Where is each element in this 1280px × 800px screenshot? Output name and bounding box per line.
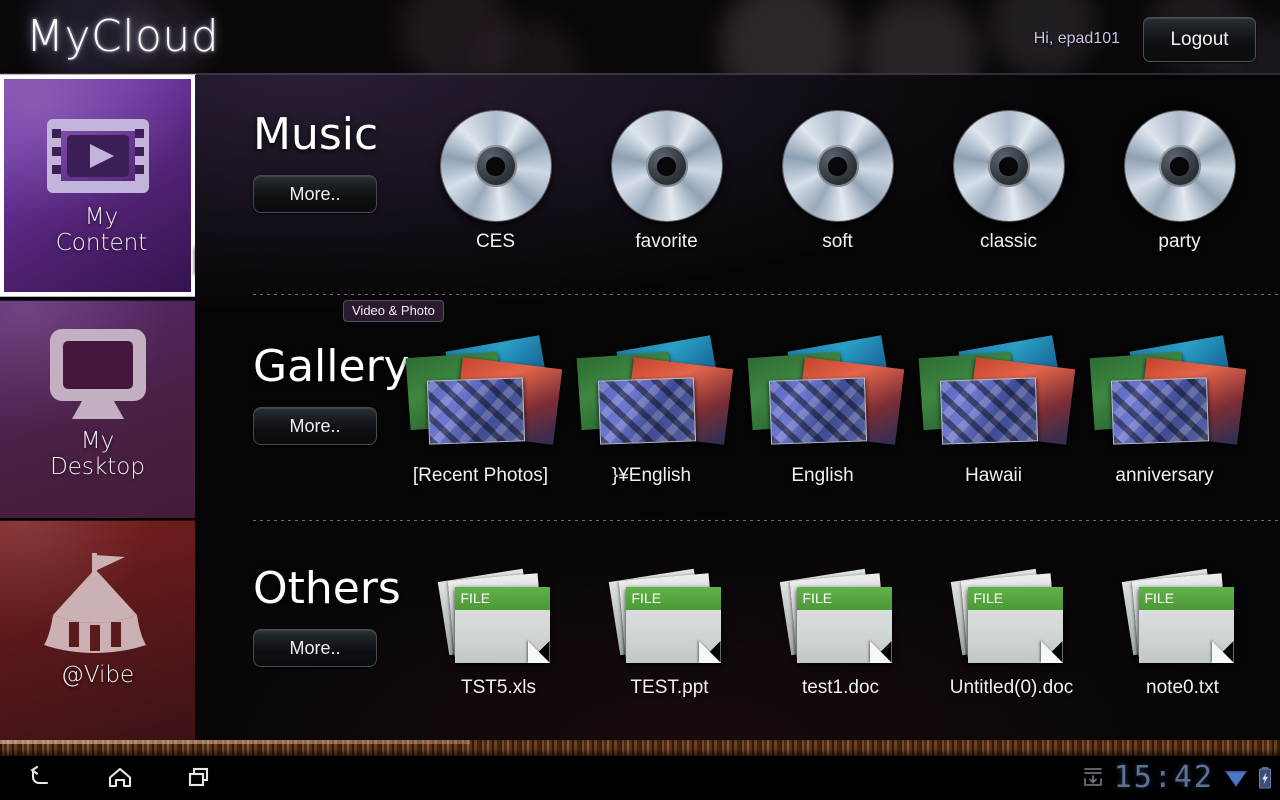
tile-music[interactable]: CES (410, 111, 581, 253)
tile-list-gallery: [Recent Photos] }¥English English Hawaii… (395, 335, 1250, 487)
status-clock: 15:42 (1113, 760, 1214, 795)
file-icon: FILE (608, 568, 730, 669)
film-play-icon (43, 101, 153, 216)
photo-stack-icon (918, 335, 1075, 451)
sidebar-item-label: Desktop (50, 454, 145, 480)
tile-label: classic (979, 231, 1037, 252)
row-title: Gallery (253, 341, 410, 392)
home-icon[interactable] (80, 756, 160, 800)
tile-label: Untitled(0).doc (949, 677, 1074, 698)
tile-gallery[interactable]: anniversary (1079, 335, 1250, 487)
tile-label: English (791, 465, 854, 486)
tile-label: party (1158, 231, 1201, 252)
file-icon: FILE (437, 568, 559, 669)
wood-highlight (0, 740, 470, 744)
app-header: MyCloud Hi, epad101 Logout (0, 0, 1280, 75)
file-band-label: FILE (454, 587, 550, 610)
tile-file[interactable]: FILE Untitled(0).doc (926, 568, 1097, 699)
file-band-label: FILE (1138, 587, 1234, 610)
tile-file[interactable]: FILE note0.txt (1097, 568, 1268, 699)
more-button-music[interactable]: More.. (253, 175, 377, 213)
tile-file[interactable]: FILE TEST.ppt (584, 568, 755, 699)
sidebar-item-label: @Vibe (60, 662, 135, 688)
photo-stack-icon (747, 335, 904, 451)
sidebar-item-my-content[interactable]: My Content (0, 75, 195, 296)
file-icon: FILE (779, 568, 901, 669)
tile-gallery[interactable]: [Recent Photos] (395, 335, 566, 487)
mycloud-app: MyCloud Hi, epad101 Logout My Content My… (0, 0, 1280, 800)
sidebar: My Content My Desktop @Vibe (0, 75, 215, 740)
more-button-gallery[interactable]: More.. (253, 407, 377, 445)
tile-label: }¥English (611, 465, 692, 486)
status-area: 15:42 (1081, 756, 1272, 800)
download-icon[interactable] (1081, 766, 1105, 790)
tile-label: [Recent Photos] (412, 465, 549, 486)
battery-charging-icon[interactable] (1258, 766, 1272, 790)
tile-file[interactable]: FILE test1.doc (755, 568, 926, 699)
main-content: Music More.. CES favorite soft classic p… (195, 75, 1280, 740)
sidebar-item-my-desktop[interactable]: My Desktop (0, 300, 195, 518)
file-band-label: FILE (967, 587, 1063, 610)
cd-icon (953, 111, 1064, 221)
tile-label: CES (475, 231, 516, 252)
sidebar-item-label: My (80, 428, 115, 454)
cd-icon (440, 111, 551, 221)
tile-music[interactable]: favorite (581, 111, 752, 253)
tile-label: anniversary (1115, 465, 1214, 486)
tile-music[interactable]: soft (752, 111, 923, 253)
tile-label: TEST.ppt (630, 677, 709, 698)
tile-gallery[interactable]: Hawaii (908, 335, 1079, 487)
row-header-music: Music More.. (253, 111, 378, 213)
tile-music[interactable]: party (1094, 111, 1265, 253)
more-button-others[interactable]: More.. (253, 629, 377, 667)
logout-button[interactable]: Logout (1143, 17, 1256, 62)
tile-label: test1.doc (801, 677, 880, 698)
tile-list-others: FILE TST5.xls FILE TEST.ppt FILE test1.d… (413, 568, 1268, 699)
file-band-label: FILE (796, 587, 892, 610)
back-arrow-icon[interactable] (0, 756, 80, 800)
photo-stack-icon (576, 335, 733, 451)
wifi-icon[interactable] (1223, 766, 1249, 790)
monitor-icon (44, 323, 152, 428)
tile-music[interactable]: classic (923, 111, 1094, 253)
row-header-gallery: Video & Photo Gallery More.. (253, 300, 444, 445)
cd-icon (1124, 111, 1235, 221)
recent-apps-icon[interactable] (160, 756, 240, 800)
file-icon: FILE (1121, 568, 1243, 669)
photo-stack-icon (1089, 335, 1246, 451)
tile-label: favorite (635, 231, 698, 252)
cd-icon (611, 111, 722, 221)
sidebar-item-label: Content (55, 230, 148, 256)
sidebar-item-at-vibe[interactable]: @Vibe (0, 520, 195, 740)
tile-label: Hawaii (964, 465, 1023, 486)
bokeh-light (720, 0, 850, 75)
photo-stack-icon (405, 335, 562, 451)
row-divider (253, 294, 1278, 295)
tile-list-music: CES favorite soft classic party (410, 111, 1265, 253)
row-title: Music (253, 109, 379, 160)
row-title: Others (253, 563, 401, 614)
cd-icon (782, 111, 893, 221)
tile-label: note0.txt (1146, 677, 1219, 698)
row-badge-gallery: Video & Photo (343, 300, 444, 322)
tile-label: soft (822, 231, 853, 252)
tile-gallery[interactable]: English (737, 335, 908, 487)
sidebar-item-label: My (84, 204, 119, 230)
row-divider (253, 520, 1278, 521)
tile-label: TST5.xls (461, 677, 536, 698)
app-logo: MyCloud (26, 11, 220, 62)
file-band-label: FILE (625, 587, 721, 610)
android-navigation-bar: 15:42 (0, 756, 1280, 800)
row-header-others: Others More.. (253, 565, 401, 667)
bokeh-light (860, 0, 980, 75)
file-icon: FILE (950, 568, 1072, 669)
tile-gallery[interactable]: }¥English (566, 335, 737, 487)
tile-file[interactable]: FILE TST5.xls (413, 568, 584, 699)
user-greeting: Hi, epad101 (1033, 30, 1120, 47)
tent-icon (40, 543, 155, 658)
